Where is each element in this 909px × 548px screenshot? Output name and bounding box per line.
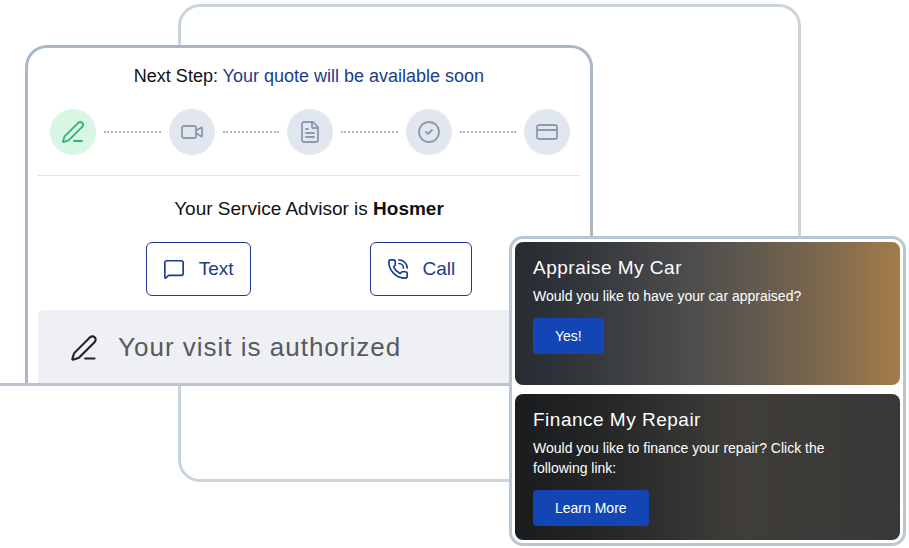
status-text: Your visit is authorized — [118, 332, 401, 363]
step[interactable] — [287, 109, 333, 155]
offer-card: Finance My Repair Would you like to finan… — [515, 394, 900, 540]
offer-text: Would you like to have your car appraise… — [533, 286, 801, 306]
step-connector — [104, 131, 161, 133]
offer-title: Finance My Repair — [533, 408, 701, 432]
step-connector — [460, 131, 517, 133]
advisor: Your Service Advisor is Hosmer — [28, 196, 590, 222]
next-step-value: Your quote will be available soon — [223, 66, 485, 86]
offer-card: Appraise My Car Would you like to have yo… — [515, 242, 900, 385]
pencil-icon — [61, 120, 85, 144]
offer-panel: Appraise My Car Would you like to have yo… — [509, 236, 906, 546]
offer-title: Appraise My Car — [533, 256, 682, 280]
step[interactable] — [50, 109, 96, 155]
next-step: Next Step: Your quote will be available … — [28, 64, 590, 88]
base-line — [0, 383, 520, 386]
document-icon — [298, 120, 322, 144]
contact-buttons: Text Call — [28, 242, 590, 296]
credit-card-icon — [535, 120, 559, 144]
call-button[interactable]: Call — [370, 242, 473, 296]
visit-card: Next Step: Your quote will be available … — [25, 45, 593, 385]
stepper — [28, 109, 590, 155]
offer-button[interactable]: Learn More — [533, 490, 649, 526]
step-connector — [223, 131, 280, 133]
status-bar: Your visit is authorized — [38, 310, 580, 385]
offer-button[interactable]: Yes! — [533, 318, 604, 354]
message-icon — [163, 258, 185, 280]
pencil-icon — [70, 334, 98, 362]
advisor-name: Hosmer — [373, 198, 444, 219]
step[interactable] — [406, 109, 452, 155]
video-icon — [180, 120, 204, 144]
offer-text: Would you like to finance your repair? C… — [533, 438, 882, 478]
divider — [38, 175, 580, 176]
step-connector — [341, 131, 398, 133]
phone-icon — [387, 258, 409, 280]
check-circle-icon — [417, 120, 441, 144]
step[interactable] — [169, 109, 215, 155]
canvas: Next Step: Your quote will be available … — [0, 0, 909, 548]
text-button[interactable]: Text — [146, 242, 251, 296]
step[interactable] — [524, 109, 570, 155]
